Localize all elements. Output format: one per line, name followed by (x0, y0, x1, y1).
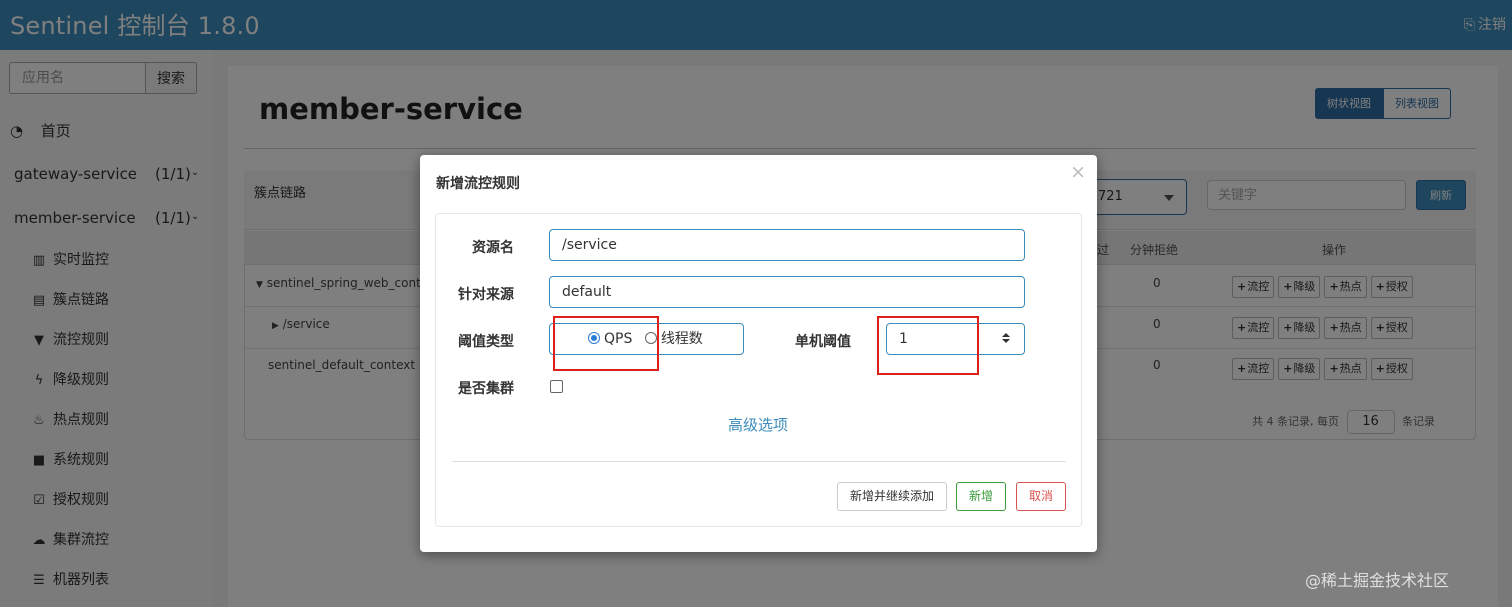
thread-label: 线程数 (660, 331, 703, 347)
number-spinner-icon[interactable] (1002, 333, 1012, 345)
limit-app-input[interactable]: default (549, 276, 1025, 308)
dialog-divider (452, 461, 1066, 462)
highlight-box (553, 316, 659, 371)
cancel-button[interactable]: 取消 (1016, 482, 1066, 511)
source-label: 针对来源 (458, 287, 514, 303)
add-button[interactable]: 新增 (956, 482, 1006, 511)
threshold-type-label: 阈值类型 (458, 334, 514, 350)
dialog-title: 新增流控规则 (436, 176, 520, 192)
advanced-options-link[interactable]: 高级选项 (728, 414, 788, 435)
watermark: @稀土掘金技术社区 (1305, 571, 1450, 590)
resource-name-input[interactable]: /service (549, 229, 1025, 261)
cluster-label: 是否集群 (458, 381, 514, 397)
resource-label: 资源名 (472, 240, 514, 256)
close-icon[interactable]: × (1070, 161, 1086, 183)
highlight-box (877, 316, 979, 375)
single-threshold-label: 单机阈值 (795, 334, 851, 350)
add-and-continue-button[interactable]: 新增并继续添加 (837, 482, 947, 511)
cluster-mode-checkbox[interactable] (550, 380, 563, 393)
